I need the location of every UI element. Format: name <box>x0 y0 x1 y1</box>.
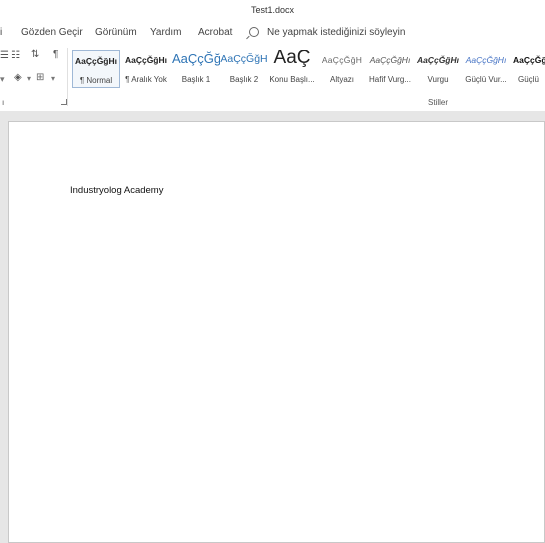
ribbon: ☰ ☷ ⇅ ¶ ▾ ◈ ▾ ⊞ ▾ ı AaÇçĞğHı ¶ Normal Aa… <box>0 44 545 112</box>
style-label: Güçlü <box>518 75 539 84</box>
style-preview: AaÇ <box>273 50 311 68</box>
style-label: Hafif Vurg... <box>369 75 411 84</box>
sort-icon[interactable]: ⇅ <box>31 49 39 60</box>
style-label: Konu Başlı... <box>269 75 315 84</box>
document-page[interactable]: Industryolog Academy <box>8 121 545 543</box>
chevron-down-icon[interactable]: ▾ <box>0 74 5 85</box>
title-bar: Test1.docx <box>0 0 545 22</box>
chevron-down-icon[interactable]: ▾ <box>27 74 31 83</box>
pilcrow-icon[interactable]: ¶ <box>53 49 58 60</box>
menu-item-acrobat[interactable]: Acrobat <box>198 27 232 38</box>
style-intense-emphasis[interactable]: AaÇçĞğHı Güçlü Vur... <box>462 50 510 88</box>
style-preview: AaÇçĞğHı <box>124 55 168 65</box>
search-icon[interactable] <box>249 27 259 37</box>
menu-item-gozden-gecir[interactable]: Gözden Geçir <box>21 27 83 38</box>
style-label: Altyazı <box>329 75 354 84</box>
style-preview: AaÇçĞğHı <box>465 55 507 65</box>
style-emphasis[interactable]: AaÇçĞğHı Vurgu <box>414 50 462 88</box>
style-preview: AaÇçĞğH <box>321 55 363 65</box>
style-preview: AaÇçĞğHı <box>416 55 460 65</box>
style-preview: AaÇçĞğ <box>513 55 545 65</box>
borders-icon[interactable]: ⊞ <box>36 72 44 83</box>
paragraph-group-label: ı <box>2 98 5 107</box>
style-subtitle[interactable]: AaÇçĞğH Altyazı <box>318 50 366 88</box>
window-title: Test1.docx <box>250 5 295 15</box>
style-label: ¶ Aralık Yok <box>125 75 167 84</box>
increase-indent-icon[interactable]: ☷ <box>11 50 20 61</box>
style-preview: AaÇçĞğ <box>172 51 220 66</box>
style-title[interactable]: AaÇ Konu Başlı... <box>268 50 316 88</box>
shading-icon[interactable]: ◈ <box>14 72 22 83</box>
style-normal[interactable]: AaÇçĞğHı ¶ Normal <box>72 50 120 88</box>
style-subtle-emphasis[interactable]: AaÇçĞğHı Hafif Vurg... <box>366 50 414 88</box>
menu-bar: i Gözden Geçir Görünüm Yardım Acrobat Ne… <box>0 22 545 44</box>
style-preview: AaÇçĞğHı <box>74 56 118 66</box>
style-heading-1[interactable]: AaÇçĞğ Başlık 1 <box>172 50 220 88</box>
decrease-indent-icon[interactable]: ☰ <box>0 50 9 61</box>
style-heading-2[interactable]: AaÇçĞğH Başlık 2 <box>220 50 268 88</box>
tell-me-search[interactable]: Ne yapmak istediğinizi söyleyin <box>267 27 405 38</box>
group-divider <box>67 48 68 106</box>
style-label: Vurgu <box>427 75 449 84</box>
style-preview: AaÇçĞğH <box>220 53 268 65</box>
menu-item-gorunum[interactable]: Görünüm <box>95 27 137 38</box>
style-preview: AaÇçĞğHı <box>369 55 411 65</box>
style-label: ¶ Normal <box>79 76 113 85</box>
styles-group-label: Stiller <box>428 98 449 107</box>
style-label: Güçlü Vur... <box>465 75 507 84</box>
menu-item-truncated[interactable]: i <box>0 27 2 38</box>
style-no-spacing[interactable]: AaÇçĞğHı ¶ Aralık Yok <box>122 50 170 88</box>
menu-item-yardim[interactable]: Yardım <box>150 27 182 38</box>
document-text[interactable]: Industryolog Academy <box>70 185 163 196</box>
style-label: Başlık 1 <box>181 75 211 84</box>
style-strong[interactable]: AaÇçĞğ Güçlü <box>510 50 545 88</box>
chevron-down-icon[interactable]: ▾ <box>51 74 55 83</box>
style-label: Başlık 2 <box>229 75 259 84</box>
document-canvas[interactable]: Industryolog Academy <box>0 111 545 543</box>
